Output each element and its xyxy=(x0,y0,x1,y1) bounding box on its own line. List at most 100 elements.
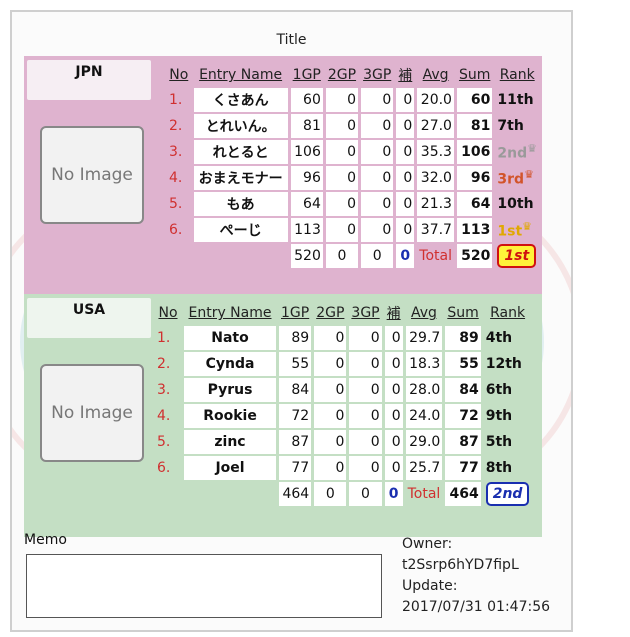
header-3gp: 3GP xyxy=(363,67,392,83)
row-no: 2. xyxy=(157,356,171,372)
sum-value: 77 xyxy=(445,456,481,480)
rank-value: 10th xyxy=(495,192,539,216)
total-3gp: 0 xyxy=(349,482,382,506)
table-row: 4. おまえモナー 96 0 0 0 32.0 96 3rd♛ xyxy=(167,166,539,190)
owner-label: Owner: xyxy=(402,536,453,552)
team-panel-jpn: JPN No Image No Entry Name 1GP 2GP 3GP 補… xyxy=(24,56,542,299)
score-hosei: 0 xyxy=(396,88,415,112)
rank-value: 9th xyxy=(484,404,532,428)
row-no: 6. xyxy=(169,222,183,238)
team-name: JPN xyxy=(27,60,151,100)
crown-icon: ♛ xyxy=(522,220,533,234)
score-3gp: 0 xyxy=(349,456,382,480)
score-3gp: 0 xyxy=(361,192,394,216)
rank-value: 6th xyxy=(484,378,532,402)
total-sum: 520 xyxy=(456,244,493,268)
table-row: 3. れとると 106 0 0 0 35.3 106 2nd♛ xyxy=(167,140,539,164)
avg-value: 21.3 xyxy=(417,192,454,216)
table-row: 6. Joel 77 0 0 0 25.7 77 8th xyxy=(155,456,531,480)
entry-name: Rookie xyxy=(184,404,276,428)
score-2gp: 0 xyxy=(325,88,359,112)
rank-text: 2nd xyxy=(497,145,528,162)
row-no: 4. xyxy=(157,408,171,424)
entry-name: ぺーじ xyxy=(193,218,288,242)
score-1gp: 113 xyxy=(290,218,323,242)
header-2gp: 2GP xyxy=(316,305,345,321)
entry-name: Nato xyxy=(184,326,276,350)
table-row: 6. ぺーじ 113 0 0 0 37.7 113 1st♛ xyxy=(167,218,539,242)
row-no: 3. xyxy=(157,382,171,398)
rank-value: 3rd♛ xyxy=(495,166,539,190)
total-2gp: 0 xyxy=(314,482,347,506)
score-hosei: 0 xyxy=(396,140,415,164)
header-avg: Avg xyxy=(422,67,449,83)
crown-icon: ♛ xyxy=(524,168,534,182)
score-hosei: 0 xyxy=(396,114,415,138)
total-hosei: 0 xyxy=(396,244,415,268)
score-hosei: 0 xyxy=(384,378,403,402)
total-label: Total xyxy=(407,486,441,502)
sum-value: 81 xyxy=(456,114,493,138)
score-3gp: 0 xyxy=(361,140,394,164)
score-hosei: 0 xyxy=(384,326,403,350)
table-row: 5. もあ 64 0 0 0 21.3 64 10th xyxy=(167,192,539,216)
header-entry-name: Entry Name xyxy=(188,305,272,321)
rank-text: 3rd xyxy=(497,171,525,188)
rank-text: 10th xyxy=(497,196,534,212)
score-2gp: 0 xyxy=(325,140,359,164)
table-row: 2. とれいん。 81 0 0 0 27.0 81 7th xyxy=(167,114,539,138)
entry-name: とれいん。 xyxy=(193,114,288,138)
crown-icon: ♛ xyxy=(527,142,537,156)
header-2gp: 2GP xyxy=(327,67,357,83)
team-panel-usa: USA No Image No Entry Name 1GP 2GP 3GP 補… xyxy=(24,294,542,537)
score-2gp: 0 xyxy=(314,456,347,480)
rank-value: 7th xyxy=(495,114,539,138)
entry-name: zinc xyxy=(184,430,276,454)
memo-box[interactable] xyxy=(26,554,382,618)
total-2gp: 0 xyxy=(325,244,359,268)
table-row: 2. Cynda 55 0 0 0 18.3 55 12th xyxy=(155,352,531,376)
entry-name: くさあん xyxy=(193,88,288,112)
score-3gp: 0 xyxy=(361,88,394,112)
results-table: No Entry Name 1GP 2GP 3GP 補 Avg Sum Rank… xyxy=(164,62,542,270)
table-row: 1. Nato 89 0 0 0 29.7 89 4th xyxy=(155,326,531,350)
sum-value: 96 xyxy=(456,166,493,190)
score-3gp: 0 xyxy=(361,114,394,138)
row-no: 4. xyxy=(169,170,183,186)
score-2gp: 0 xyxy=(325,218,359,242)
avg-value: 29.7 xyxy=(405,326,443,350)
rank-value: 2nd♛ xyxy=(495,140,539,164)
results-table: No Entry Name 1GP 2GP 3GP 補 Avg Sum Rank… xyxy=(152,300,534,508)
score-1gp: 84 xyxy=(279,378,312,402)
rank-value: 4th xyxy=(484,326,532,350)
avg-value: 20.0 xyxy=(417,88,454,112)
score-1gp: 60 xyxy=(290,88,323,112)
owner-info: Owner: t2Ssrp6hYD7fipL Update: 2017/07/3… xyxy=(402,534,550,618)
score-3gp: 0 xyxy=(349,378,382,402)
score-hosei: 0 xyxy=(396,192,415,216)
sum-value: 106 xyxy=(456,140,493,164)
rank-value: 1st♛ xyxy=(495,218,539,242)
score-hosei: 0 xyxy=(396,218,415,242)
header-entry-name: Entry Name xyxy=(199,67,283,83)
score-3gp: 0 xyxy=(361,166,394,190)
rank-value: 5th xyxy=(484,430,532,454)
header-rank: Rank xyxy=(499,67,535,83)
total-sum: 464 xyxy=(445,482,481,506)
score-2gp: 0 xyxy=(314,430,347,454)
score-2gp: 0 xyxy=(314,378,347,402)
score-1gp: 81 xyxy=(290,114,323,138)
row-no: 5. xyxy=(157,434,171,450)
avg-value: 35.3 xyxy=(417,140,454,164)
row-no: 3. xyxy=(169,144,183,160)
score-2gp: 0 xyxy=(314,352,347,376)
score-2gp: 0 xyxy=(314,326,347,350)
total-3gp: 0 xyxy=(361,244,394,268)
avg-value: 29.0 xyxy=(405,430,443,454)
sum-value: 89 xyxy=(445,326,481,350)
score-hosei: 0 xyxy=(396,166,415,190)
header-rank: Rank xyxy=(490,305,526,321)
sum-value: 113 xyxy=(456,218,493,242)
table-row: 3. Pyrus 84 0 0 0 28.0 84 6th xyxy=(155,378,531,402)
team-rank-badge: 1st xyxy=(497,244,537,268)
